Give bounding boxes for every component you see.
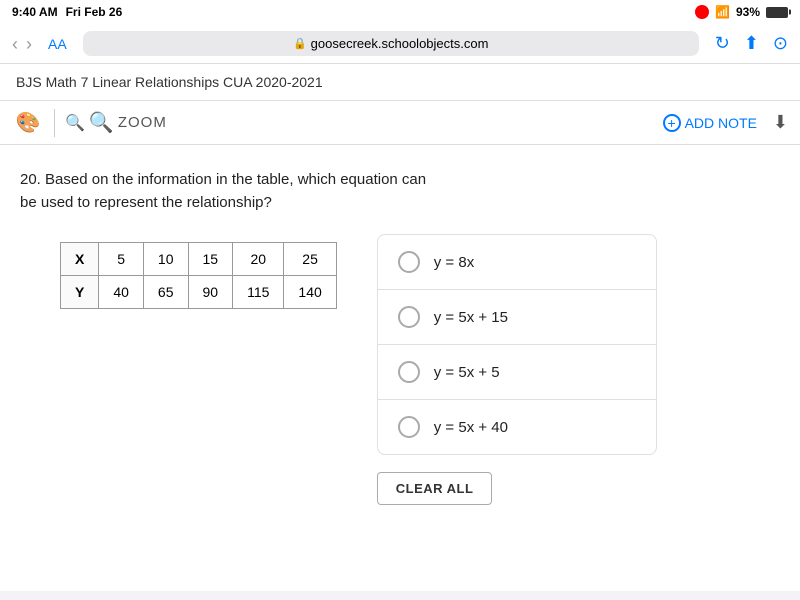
- data-table: X 5 10 15 20 25 Y 40 65 90 115 140: [60, 242, 337, 309]
- question-number: 20.: [20, 171, 41, 188]
- battery-level: 93%: [736, 5, 760, 19]
- browser-actions: ↻ ⬆ ⊙: [715, 33, 788, 54]
- status-bar: 9:40 AM Fri Feb 26 📶 93%: [0, 0, 800, 24]
- answer-label-b: y = 5x + 15: [434, 309, 508, 326]
- table-cell: 15: [188, 243, 233, 276]
- share-button[interactable]: ⬆: [744, 33, 759, 54]
- forward-button[interactable]: ›: [26, 35, 32, 53]
- radio-b[interactable]: [398, 306, 420, 328]
- search-icon: 🔍: [65, 113, 85, 133]
- reload-button[interactable]: ↻: [715, 33, 730, 54]
- table-cell: 5: [99, 243, 144, 276]
- wifi-icon: 📶: [715, 5, 730, 19]
- toolbar: 🎨 🔍 🔍 ZOOM + ADD NOTE ⬇: [0, 101, 800, 145]
- question-text: 20. Based on the information in the tabl…: [20, 169, 440, 214]
- date-display: Fri Feb 26: [66, 5, 123, 19]
- answer-label-a: y = 8x: [434, 254, 474, 271]
- record-icon: [695, 5, 709, 19]
- answer-label-d: y = 5x + 40: [434, 419, 508, 436]
- table-header-y: Y: [61, 276, 99, 309]
- answer-option-d[interactable]: y = 5x + 40: [377, 399, 657, 455]
- lock-icon: 🔒: [293, 37, 307, 50]
- table-cell: 65: [143, 276, 188, 309]
- status-bar-left: 9:40 AM Fri Feb 26: [12, 5, 122, 19]
- palette-button[interactable]: 🎨: [12, 107, 44, 139]
- answer-label-c: y = 5x + 5: [434, 364, 500, 381]
- time-display: 9:40 AM: [12, 5, 58, 19]
- answer-options: y = 8x y = 5x + 15 y = 5x + 5 y = 5x + 4…: [377, 234, 657, 454]
- table-cell: 115: [233, 276, 284, 309]
- add-note-label: ADD NOTE: [685, 115, 757, 131]
- answer-option-b[interactable]: y = 5x + 15: [377, 289, 657, 345]
- add-note-button[interactable]: + ADD NOTE: [655, 110, 765, 136]
- battery-icon: [766, 7, 788, 18]
- table-row-y: Y 40 65 90 115 140: [61, 276, 337, 309]
- table-cell: 20: [233, 243, 284, 276]
- main-content: 20. Based on the information in the tabl…: [0, 145, 800, 591]
- table-cell: 10: [143, 243, 188, 276]
- url-bar[interactable]: 🔒 goosecreek.schoolobjects.com: [83, 31, 699, 56]
- aa-button[interactable]: AA: [48, 36, 67, 52]
- toolbar-left: 🎨 🔍 🔍 ZOOM: [12, 107, 643, 139]
- zoom-area: 🔍 🔍 ZOOM: [65, 110, 167, 135]
- table-cell: 90: [188, 276, 233, 309]
- table-cell: 40: [99, 276, 144, 309]
- safari-button[interactable]: ⊙: [773, 33, 788, 54]
- radio-d[interactable]: [398, 416, 420, 438]
- toolbar-divider: [54, 109, 55, 137]
- table-row-x: X 5 10 15 20 25: [61, 243, 337, 276]
- answer-option-a[interactable]: y = 8x: [377, 234, 657, 290]
- content-row: X 5 10 15 20 25 Y 40 65 90 115 140: [20, 234, 780, 505]
- page-title-bar: BJS Math 7 Linear Relationships CUA 2020…: [0, 64, 800, 101]
- download-button[interactable]: ⬇: [773, 112, 788, 133]
- clear-all-button[interactable]: CLEAR ALL: [377, 472, 493, 505]
- radio-a[interactable]: [398, 251, 420, 273]
- back-button[interactable]: ‹: [12, 35, 18, 53]
- table-cell: 25: [284, 243, 336, 276]
- table-cell: 140: [284, 276, 336, 309]
- toolbar-right: + ADD NOTE ⬇: [655, 110, 788, 136]
- url-text: goosecreek.schoolobjects.com: [311, 36, 489, 51]
- answer-section: y = 8x y = 5x + 15 y = 5x + 5 y = 5x + 4…: [377, 234, 657, 505]
- table-header-x: X: [61, 243, 99, 276]
- zoom-label: ZOOM: [118, 114, 167, 131]
- nav-buttons: ‹ ›: [12, 35, 32, 53]
- zoom-search-icon: 🔍: [89, 110, 114, 135]
- status-bar-right: 📶 93%: [695, 5, 788, 19]
- answer-option-c[interactable]: y = 5x + 5: [377, 344, 657, 400]
- browser-chrome: ‹ › AA 🔒 goosecreek.schoolobjects.com ↻ …: [0, 24, 800, 64]
- radio-c[interactable]: [398, 361, 420, 383]
- plus-icon: +: [663, 114, 681, 132]
- question-body: Based on the information in the table, w…: [20, 171, 426, 211]
- page-title: BJS Math 7 Linear Relationships CUA 2020…: [16, 74, 323, 90]
